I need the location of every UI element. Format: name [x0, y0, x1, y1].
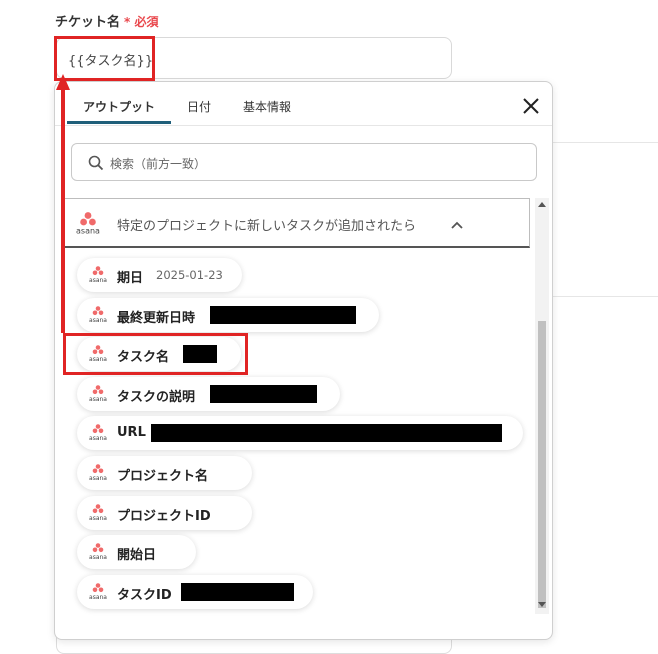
tab-date[interactable]: 日付	[187, 98, 211, 115]
item-label: 開始日	[117, 548, 157, 563]
output-item-last-updated[interactable]: asana 最終更新日時	[77, 298, 379, 332]
svg-text:asana: asana	[89, 396, 107, 403]
background-divider	[553, 142, 658, 143]
item-label: 期日	[117, 271, 144, 286]
svg-text:asana: asana	[89, 515, 107, 522]
item-label: プロジェクト名	[117, 469, 209, 484]
output-picker-popup: アウトプット 日付 基本情報 検索（前方一致） asana 特定のプロジェクトに…	[54, 81, 553, 640]
redacted-value	[210, 306, 356, 324]
asana-logo-icon: asana	[89, 424, 107, 442]
asana-logo-icon: asana	[89, 543, 107, 561]
search-icon	[88, 155, 104, 171]
redacted-value	[181, 583, 294, 601]
search-input[interactable]: 検索（前方一致）	[71, 143, 537, 181]
svg-text:asana: asana	[89, 277, 107, 284]
output-item-start-date[interactable]: asana 開始日	[77, 535, 196, 569]
asana-logo-icon: asana	[89, 504, 107, 522]
asana-logo-icon: asana	[89, 266, 107, 284]
asana-logo-icon: asana	[89, 583, 107, 601]
svg-text:asana: asana	[89, 475, 107, 482]
output-item-task-name[interactable]: asana タスク名	[77, 337, 241, 371]
svg-text:asana: asana	[89, 356, 107, 363]
item-label: プロジェクトID	[117, 509, 211, 524]
tabs-divider	[55, 125, 552, 126]
item-label: タスク名	[117, 350, 170, 365]
svg-text:asana: asana	[89, 435, 107, 442]
output-item-url[interactable]: asana URL	[77, 416, 523, 450]
scroll-up-arrow-icon[interactable]	[538, 202, 546, 207]
svg-text:asana: asana	[89, 317, 107, 324]
close-button[interactable]	[521, 96, 541, 116]
background-divider	[553, 296, 658, 297]
item-label: URL	[117, 425, 146, 440]
asana-logo-icon: asana	[89, 385, 107, 403]
section-title: 特定のプロジェクトに新しいタスクが追加されたら	[117, 219, 417, 234]
redacted-value	[183, 345, 217, 363]
item-label: タスクの説明	[117, 390, 196, 405]
search-placeholder: 検索（前方一致）	[110, 157, 207, 171]
item-value: 2025-01-23	[156, 268, 223, 282]
ticket-name-label: チケット名 * 必須	[55, 11, 159, 30]
tab-basic-info[interactable]: 基本情報	[243, 98, 291, 115]
popup-scrollbar[interactable]	[535, 198, 549, 614]
section-header-asana-trigger[interactable]: asana 特定のプロジェクトに新しいタスクが追加されたら	[63, 198, 530, 248]
scroll-down-arrow-icon[interactable]	[538, 602, 546, 607]
chevron-up-icon[interactable]	[451, 221, 463, 229]
scroll-thumb[interactable]	[538, 321, 546, 608]
output-item-project-name[interactable]: asana プロジェクト名	[77, 456, 252, 490]
output-item-due-date[interactable]: asana 期日 2025-01-23	[77, 258, 242, 292]
output-item-task-id[interactable]: asana タスクID	[77, 575, 313, 609]
item-label: 最終更新日時	[117, 311, 196, 326]
redacted-value	[210, 385, 317, 403]
output-item-task-description[interactable]: asana タスクの説明	[77, 377, 340, 411]
item-label: タスクID	[117, 588, 172, 603]
svg-text:asana: asana	[89, 554, 107, 561]
redacted-value	[151, 424, 502, 442]
asana-logo-icon: asana	[89, 464, 107, 482]
tab-output[interactable]: アウトプット	[83, 98, 155, 115]
required-indicator: * 必須	[124, 15, 159, 29]
close-icon	[523, 98, 539, 114]
svg-text:asana: asana	[89, 594, 107, 601]
asana-logo-icon: asana	[89, 306, 107, 324]
annotation-arrow-icon	[56, 74, 70, 333]
asana-logo-icon: asana	[89, 345, 107, 363]
field-label-text: チケット名	[55, 15, 121, 30]
output-item-project-id[interactable]: asana プロジェクトID	[77, 496, 252, 530]
